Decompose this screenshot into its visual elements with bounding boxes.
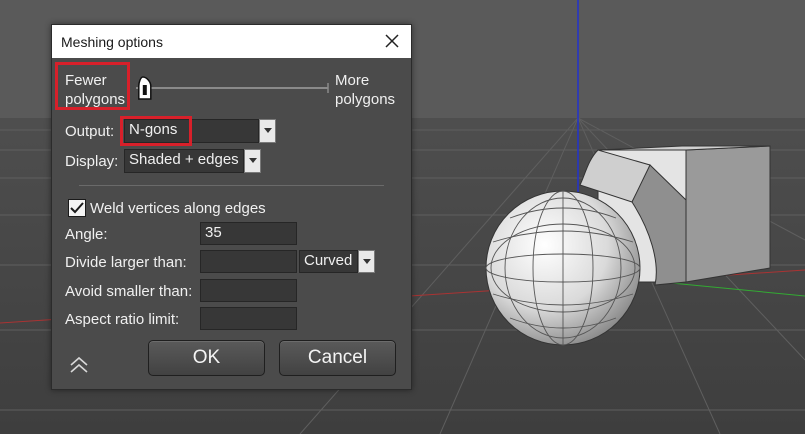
cancel-button[interactable]: Cancel: [279, 340, 396, 376]
divide-label: Divide larger than:: [65, 254, 187, 271]
dialog-title: Meshing options: [61, 34, 163, 50]
weld-checkbox[interactable]: [68, 199, 86, 217]
meshing-options-dialog: Meshing options Fewer polygons More poly…: [51, 24, 412, 390]
angle-value: 35: [205, 224, 222, 241]
display-value: Shaded + edges: [129, 151, 239, 168]
separator: [79, 185, 384, 186]
aspect-label: Aspect ratio limit:: [65, 311, 180, 328]
angle-label: Angle:: [65, 226, 108, 243]
divide-input[interactable]: [200, 250, 297, 273]
avoid-input[interactable]: [200, 279, 297, 302]
polygon-density-slider[interactable]: [132, 75, 332, 103]
dialog-titlebar: Meshing options: [52, 25, 411, 58]
close-icon[interactable]: [381, 30, 403, 52]
divide-mode-select[interactable]: Curved: [299, 250, 358, 273]
aspect-input[interactable]: [200, 307, 297, 330]
output-dropdown-button[interactable]: [259, 119, 276, 143]
slider-left-label: Fewer polygons: [65, 72, 126, 108]
double-chevron-up-icon[interactable]: [68, 355, 90, 375]
output-label: Output:: [65, 123, 115, 140]
angle-input[interactable]: 35: [200, 222, 297, 245]
weld-label: Weld vertices along edges: [90, 200, 266, 217]
ok-button[interactable]: OK: [148, 340, 265, 376]
highlight-box: [120, 116, 192, 146]
slider-thumb[interactable]: [138, 76, 152, 100]
divide-mode-dropdown-button[interactable]: [358, 250, 375, 273]
display-dropdown-button[interactable]: [244, 149, 261, 173]
slider-right-label: More polygons: [335, 72, 396, 108]
display-label: Display:: [65, 153, 119, 170]
display-select[interactable]: Shaded + edges: [124, 149, 244, 173]
divide-mode-value: Curved: [304, 252, 353, 269]
avoid-label: Avoid smaller than:: [65, 283, 193, 300]
